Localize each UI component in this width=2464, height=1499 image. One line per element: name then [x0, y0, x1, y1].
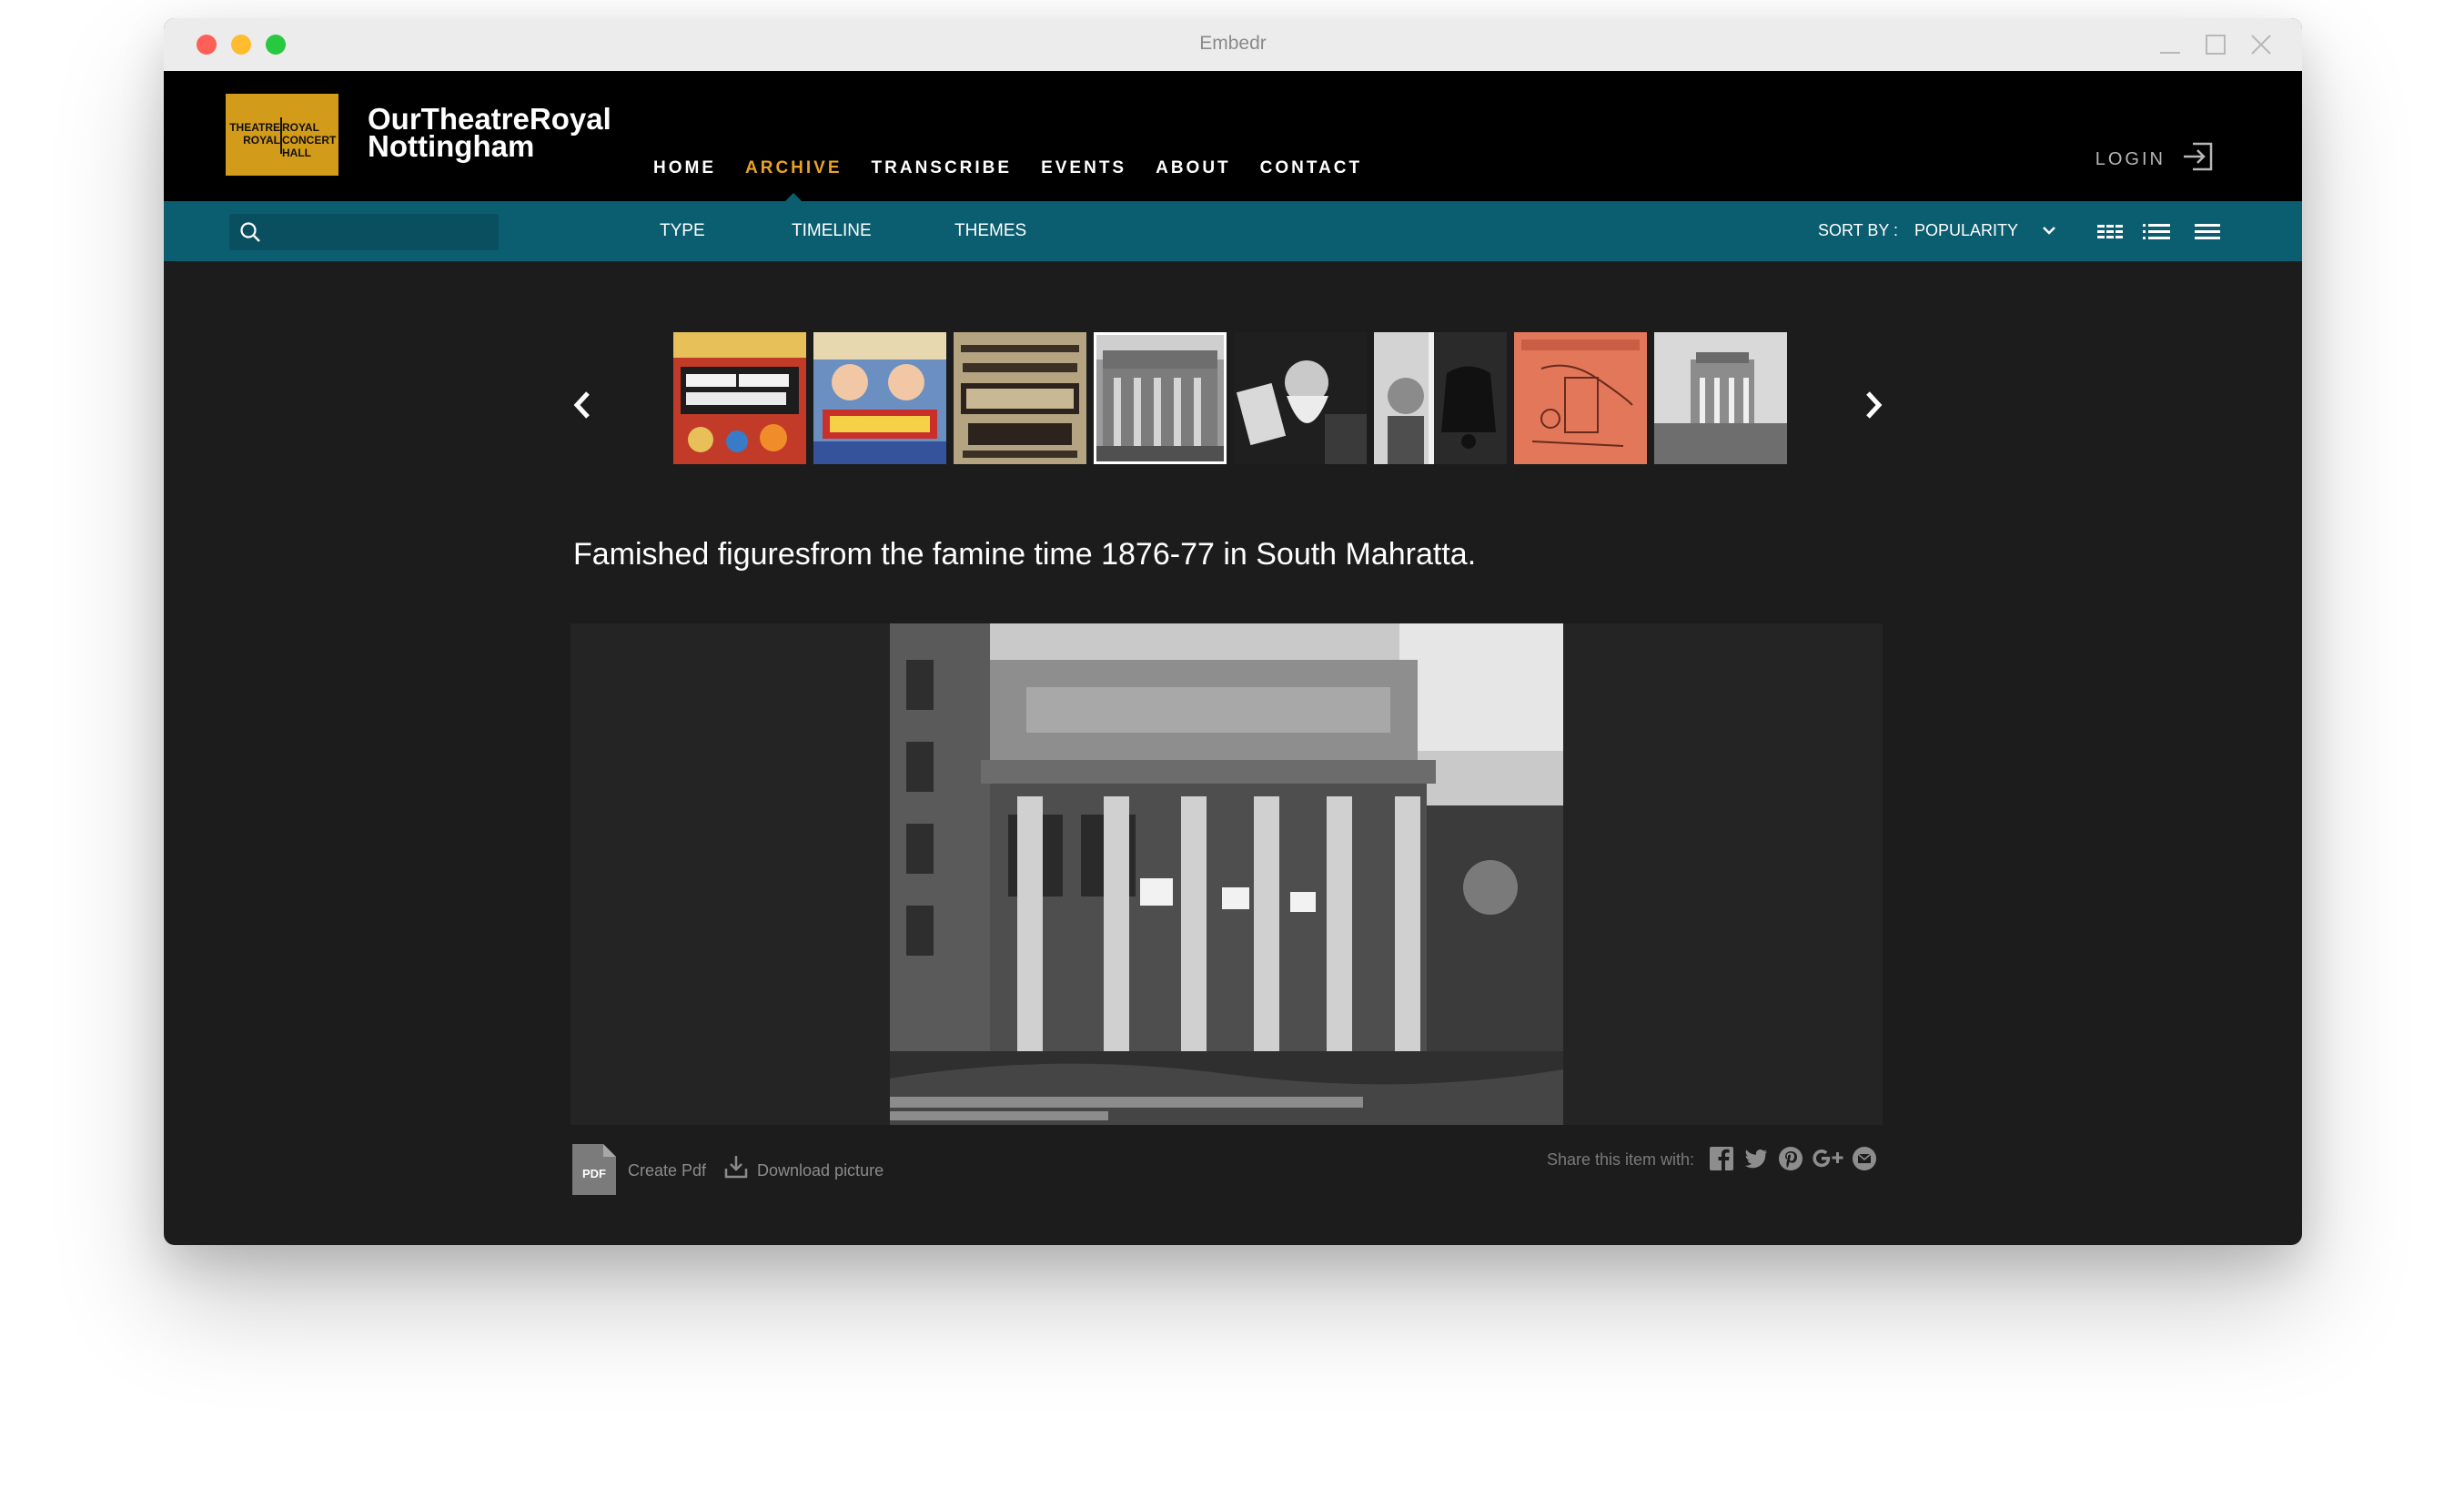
main-menu: HOME ARCHIVE TRANSCRIBE EVENTS ABOUT CON… [653, 158, 1391, 202]
filter-timeline[interactable]: TIMELINE [792, 221, 872, 241]
thumbnail-carousel [673, 332, 1794, 464]
theatre-royal-photo[interactable] [890, 623, 1563, 1125]
download-icon[interactable] [724, 1154, 748, 1180]
thumbnail-bearded-man-reading[interactable] [1234, 332, 1367, 464]
filter-bar: TYPE TIMELINE THEMES SORT BY : POPULARIT… [164, 201, 2302, 261]
nav-transcribe[interactable]: TRANSCRIBE [872, 158, 1013, 178]
theatre-logo[interactable]: THEATRE ROYAL ROYAL CONCERT HALL [226, 94, 338, 176]
site-name-line2: Nottingham [368, 129, 535, 163]
carousel-prev-arrow-icon[interactable] [564, 382, 601, 428]
carousel-next-arrow-icon[interactable] [1855, 382, 1892, 428]
site-name[interactable]: OurTheatreRoyal Nottingham [368, 104, 611, 163]
thumbnail-dick-whittington-poster[interactable] [813, 332, 946, 464]
thumbnail-sketch-map[interactable] [1514, 332, 1647, 464]
create-pdf-link[interactable]: Create Pdf [628, 1161, 706, 1180]
download-picture-link[interactable]: Download picture [757, 1161, 884, 1180]
minimize-icon[interactable] [2156, 31, 2184, 58]
close-icon[interactable] [2247, 31, 2275, 58]
nav-archive[interactable]: ARCHIVE [745, 158, 843, 202]
top-navigation: THEATRE ROYAL ROYAL CONCERT HALL OurTheatre… [164, 71, 2302, 202]
share-label: Share this item with: [1547, 1150, 1695, 1169]
maximize-icon[interactable] [2202, 31, 2229, 58]
window-title: Embedr [1199, 33, 1267, 54]
thumbnail-theatre-royal-facade[interactable] [1094, 332, 1227, 464]
nav-contact[interactable]: CONTACT [1260, 158, 1362, 178]
filter-themes[interactable]: THEMES [954, 221, 1026, 241]
item-title: Famished figuresfrom the famine time 187… [573, 537, 1477, 572]
pinterest-icon[interactable] [1777, 1145, 1804, 1172]
list-view-icon[interactable] [2142, 219, 2171, 245]
compact-view-icon[interactable] [2193, 219, 2222, 245]
chevron-down-icon[interactable] [2040, 221, 2058, 239]
sort-dropdown[interactable]: POPULARITY [1914, 221, 2018, 240]
google-plus-icon[interactable] [1811, 1145, 1845, 1172]
thumbnail-theatre-royal-street[interactable] [1654, 332, 1787, 464]
pdf-badge-text: PDF [582, 1167, 606, 1180]
grid-view-icon[interactable] [2095, 219, 2125, 245]
email-icon[interactable] [1851, 1145, 1878, 1172]
login-icon[interactable] [2180, 138, 2217, 175]
sort-label: SORT BY : [1818, 221, 1899, 239]
twitter-icon[interactable] [1742, 1145, 1769, 1172]
logo-text-theatre-royal: THEATRE ROYAL [229, 121, 280, 147]
logo-text-concert-hall: ROYAL CONCERT HALL [282, 121, 337, 159]
thumbnail-woman-with-bell[interactable] [1374, 332, 1507, 464]
nav-home[interactable]: HOME [653, 158, 716, 178]
filter-type[interactable]: TYPE [660, 221, 705, 241]
search-icon [240, 222, 260, 242]
nav-events[interactable]: EVENTS [1041, 158, 1126, 178]
thumbnail-house-that-jack-built-poster[interactable] [954, 332, 1086, 464]
search-input[interactable] [229, 214, 499, 250]
login-link[interactable]: LOGIN [2095, 149, 2166, 170]
browser-window: Embedr THEATRE ROYAL ROYAL CONCERT HALL Our… [164, 18, 2302, 1245]
facebook-icon[interactable] [1708, 1145, 1735, 1172]
pdf-icon[interactable]: PDF [572, 1144, 616, 1195]
title-bar: Embedr [164, 18, 2302, 71]
nav-about[interactable]: ABOUT [1156, 158, 1231, 178]
image-viewer [571, 623, 1883, 1125]
thumbnail-minstrel-poster[interactable] [673, 332, 806, 464]
